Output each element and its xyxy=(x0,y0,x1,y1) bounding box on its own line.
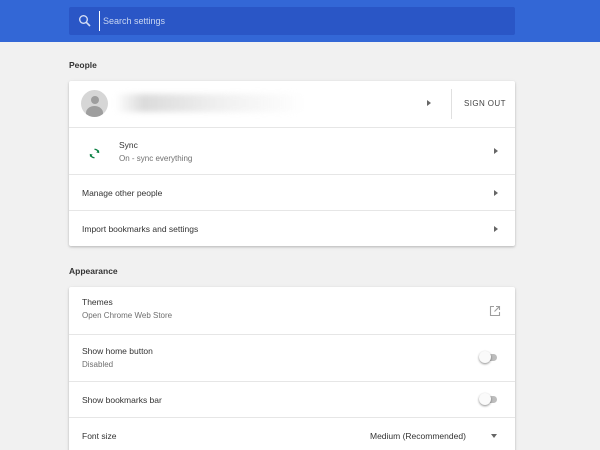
account-arrow-icon[interactable] xyxy=(427,100,431,106)
manage-people-label: Manage other people xyxy=(82,188,163,198)
search-box[interactable] xyxy=(69,7,515,35)
search-icon xyxy=(78,14,92,28)
import-bookmarks-row[interactable]: Import bookmarks and settings xyxy=(69,210,515,246)
manage-people-row[interactable]: Manage other people xyxy=(69,174,515,210)
themes-label: Themes xyxy=(82,297,113,307)
divider xyxy=(451,89,452,119)
themes-sublabel: Open Chrome Web Store xyxy=(82,311,173,320)
people-card: SIGN OUT Sync On - sync everything Manag… xyxy=(69,81,515,246)
sync-row[interactable]: Sync On - sync everything xyxy=(69,127,515,174)
sync-icon xyxy=(89,146,100,159)
manage-people-arrow-icon[interactable] xyxy=(494,190,498,196)
sync-arrow-icon[interactable] xyxy=(494,148,498,154)
settings-header xyxy=(0,0,600,42)
font-size-label: Font size xyxy=(82,431,117,441)
appearance-card: Themes Open Chrome Web Store Show home b… xyxy=(69,287,515,450)
sync-label: Sync xyxy=(119,140,138,150)
search-input[interactable] xyxy=(99,11,479,31)
import-bookmarks-arrow-icon[interactable] xyxy=(494,226,498,232)
home-button-toggle[interactable] xyxy=(479,351,499,365)
bookmarks-bar-label: Show bookmarks bar xyxy=(82,395,162,405)
bookmarks-bar-row[interactable]: Show bookmarks bar xyxy=(69,381,515,417)
avatar xyxy=(81,90,108,117)
font-size-row: Font size Medium (Recommended) xyxy=(69,417,515,450)
sign-out-button[interactable]: SIGN OUT xyxy=(464,99,506,108)
chevron-down-icon xyxy=(491,434,497,438)
account-name-redacted xyxy=(115,94,305,112)
appearance-section-title: Appearance xyxy=(69,266,118,276)
bookmarks-bar-toggle[interactable] xyxy=(479,393,499,407)
themes-row[interactable]: Themes Open Chrome Web Store xyxy=(69,287,515,334)
account-row[interactable]: SIGN OUT xyxy=(69,81,515,127)
font-size-value: Medium (Recommended) xyxy=(370,431,466,441)
home-button-status: Disabled xyxy=(82,360,114,369)
import-bookmarks-label: Import bookmarks and settings xyxy=(82,224,199,234)
home-button-label: Show home button xyxy=(82,346,153,356)
font-size-select[interactable]: Medium (Recommended) xyxy=(369,426,503,446)
home-button-row[interactable]: Show home button Disabled xyxy=(69,334,515,381)
external-link-icon[interactable] xyxy=(489,304,501,317)
sync-status: On - sync everything xyxy=(119,154,193,163)
people-section-title: People xyxy=(69,60,97,70)
